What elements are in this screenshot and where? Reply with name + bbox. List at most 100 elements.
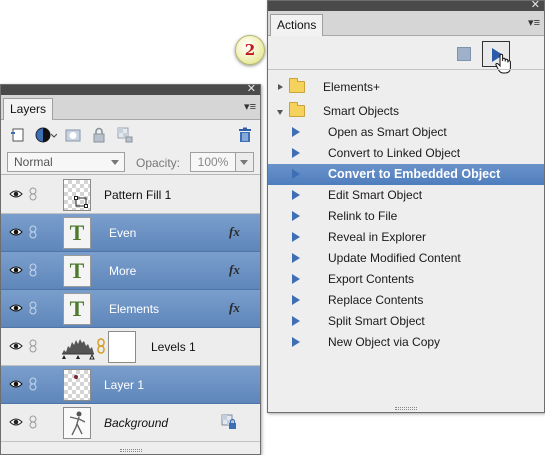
action-play-icon	[292, 211, 300, 221]
close-panel-button[interactable]: ✕	[247, 82, 256, 96]
layer-thumbnail	[63, 369, 91, 401]
panel-resize-grip[interactable]	[119, 449, 142, 452]
lock-transparency-icon[interactable]	[117, 127, 133, 143]
link-icon[interactable]	[29, 225, 37, 239]
trash-icon[interactable]	[237, 127, 253, 143]
background-lock-icon[interactable]	[221, 414, 237, 430]
layer-mask-thumbnail[interactable]	[108, 331, 136, 363]
opacity-input[interactable]: 100%	[190, 152, 236, 172]
action-label: Replace Contents	[328, 293, 424, 307]
visibility-eye-icon[interactable]	[9, 265, 23, 275]
lock-all-icon[interactable]	[91, 127, 107, 143]
pattern-bounds-icon	[74, 196, 88, 208]
action-set-label: Smart Objects	[323, 104, 400, 118]
layer-name: Background	[104, 416, 169, 430]
action-item[interactable]: Update Modified Content	[268, 248, 544, 269]
toolbar-divider	[268, 69, 544, 70]
action-label: Export Contents	[328, 272, 415, 286]
panel-title-bar[interactable]: ✕	[1, 82, 260, 96]
stop-button[interactable]	[457, 47, 471, 61]
action-item[interactable]: Export Contents	[268, 269, 544, 290]
link-icon[interactable]	[29, 301, 37, 315]
blend-mode-value: Normal	[14, 155, 53, 169]
visibility-eye-icon[interactable]	[9, 303, 23, 313]
action-set-elements-plus[interactable]: Elements+	[268, 77, 544, 98]
step-number-badge: 2	[235, 35, 265, 65]
action-label: Edit Smart Object	[328, 188, 423, 202]
link-icon[interactable]	[29, 263, 37, 277]
action-item[interactable]: Replace Contents	[268, 290, 544, 311]
layer-row[interactable]: Levels 1	[1, 328, 260, 366]
new-fill-adjustment-icon[interactable]	[35, 127, 57, 143]
new-layer-icon[interactable]	[10, 127, 26, 143]
visibility-eye-icon[interactable]	[9, 379, 23, 389]
link-icon[interactable]	[29, 415, 37, 429]
action-play-icon	[292, 295, 300, 305]
thumbnail-dot	[74, 375, 78, 379]
layer-name: Layer 1	[104, 378, 145, 392]
text-layer-thumbnail: T	[63, 255, 91, 287]
panel-menu-icon[interactable]: ▾≡	[526, 17, 540, 29]
visibility-eye-icon[interactable]	[9, 341, 23, 351]
layer-name: Even	[109, 226, 137, 240]
panel-tab-row: Layers ▾≡	[1, 95, 260, 120]
action-item[interactable]: Relink to File	[268, 206, 544, 227]
layer-row[interactable]: Layer 1	[1, 366, 260, 404]
layer-name: Pattern Fill 1	[104, 188, 172, 202]
link-icon[interactable]	[29, 339, 37, 353]
action-play-icon	[292, 253, 300, 263]
folder-icon	[289, 78, 305, 93]
link-icon[interactable]	[29, 187, 37, 201]
action-play-icon	[292, 127, 300, 137]
action-item[interactable]: Split Smart Object	[268, 311, 544, 332]
actions-panel: ✕ Actions ▾≡ Elements+ Smart Objects Ope…	[267, 0, 545, 413]
layer-mask-icon[interactable]	[65, 127, 81, 143]
chevron-down-icon[interactable]	[277, 110, 283, 115]
panel-tab-row: Actions ▾≡	[268, 11, 544, 36]
layers-panel: ✕ Layers ▾≡ Normal Opacity: 100% Pattern…	[0, 82, 261, 455]
action-item[interactable]: Convert to Linked Object	[268, 143, 544, 164]
panel-menu-icon[interactable]: ▾≡	[242, 101, 256, 113]
action-set-label: Elements+	[323, 80, 381, 94]
chevron-down-icon	[111, 160, 119, 165]
text-layer-thumbnail: T	[63, 293, 91, 325]
mask-link-icon[interactable]	[97, 338, 105, 354]
action-item[interactable]: Reveal in Explorer	[268, 227, 544, 248]
text-layer-thumbnail: T	[63, 217, 91, 249]
action-play-icon	[292, 190, 300, 200]
layer-row[interactable]: Pattern Fill 1	[1, 176, 260, 214]
visibility-eye-icon[interactable]	[9, 227, 23, 237]
tab-actions[interactable]: Actions	[270, 14, 324, 36]
action-item-selected[interactable]: Convert to Embedded Object	[268, 164, 544, 185]
visibility-eye-icon[interactable]	[9, 189, 23, 199]
folder-icon	[289, 102, 305, 117]
layer-row[interactable]: T More fx	[1, 252, 260, 290]
blend-mode-select[interactable]: Normal	[7, 152, 125, 172]
fx-icon[interactable]: fx	[229, 262, 240, 278]
visibility-eye-icon[interactable]	[9, 417, 23, 427]
hand-cursor-icon	[495, 53, 511, 74]
action-item[interactable]: Edit Smart Object	[268, 185, 544, 206]
fx-icon[interactable]: fx	[229, 300, 240, 316]
chevron-right-icon[interactable]	[278, 84, 283, 90]
layer-row[interactable]: Background	[1, 404, 260, 442]
layer-thumbnail	[63, 179, 91, 211]
action-label: Split Smart Object	[328, 314, 425, 328]
action-label: Reveal in Explorer	[328, 230, 427, 244]
tab-layers[interactable]: Layers	[3, 98, 54, 120]
panel-title-bar[interactable]: ✕	[268, 0, 544, 11]
action-item[interactable]: Open as Smart Object	[268, 122, 544, 143]
action-item[interactable]: New Object via Copy	[268, 332, 544, 353]
background-thumbnail	[63, 407, 91, 439]
action-label: Update Modified Content	[328, 251, 461, 265]
fx-icon[interactable]: fx	[229, 224, 240, 240]
link-icon[interactable]	[29, 377, 37, 391]
panel-resize-grip[interactable]	[395, 407, 417, 410]
opacity-dropdown-button[interactable]	[236, 152, 254, 172]
action-label: Convert to Embedded Object	[328, 167, 501, 181]
opacity-label: Opacity:	[136, 156, 181, 170]
layer-row[interactable]: T Even fx	[1, 214, 260, 252]
chevron-down-icon	[240, 160, 248, 165]
action-set-smart-objects[interactable]: Smart Objects	[268, 101, 544, 122]
layer-row[interactable]: T Elements fx	[1, 290, 260, 328]
